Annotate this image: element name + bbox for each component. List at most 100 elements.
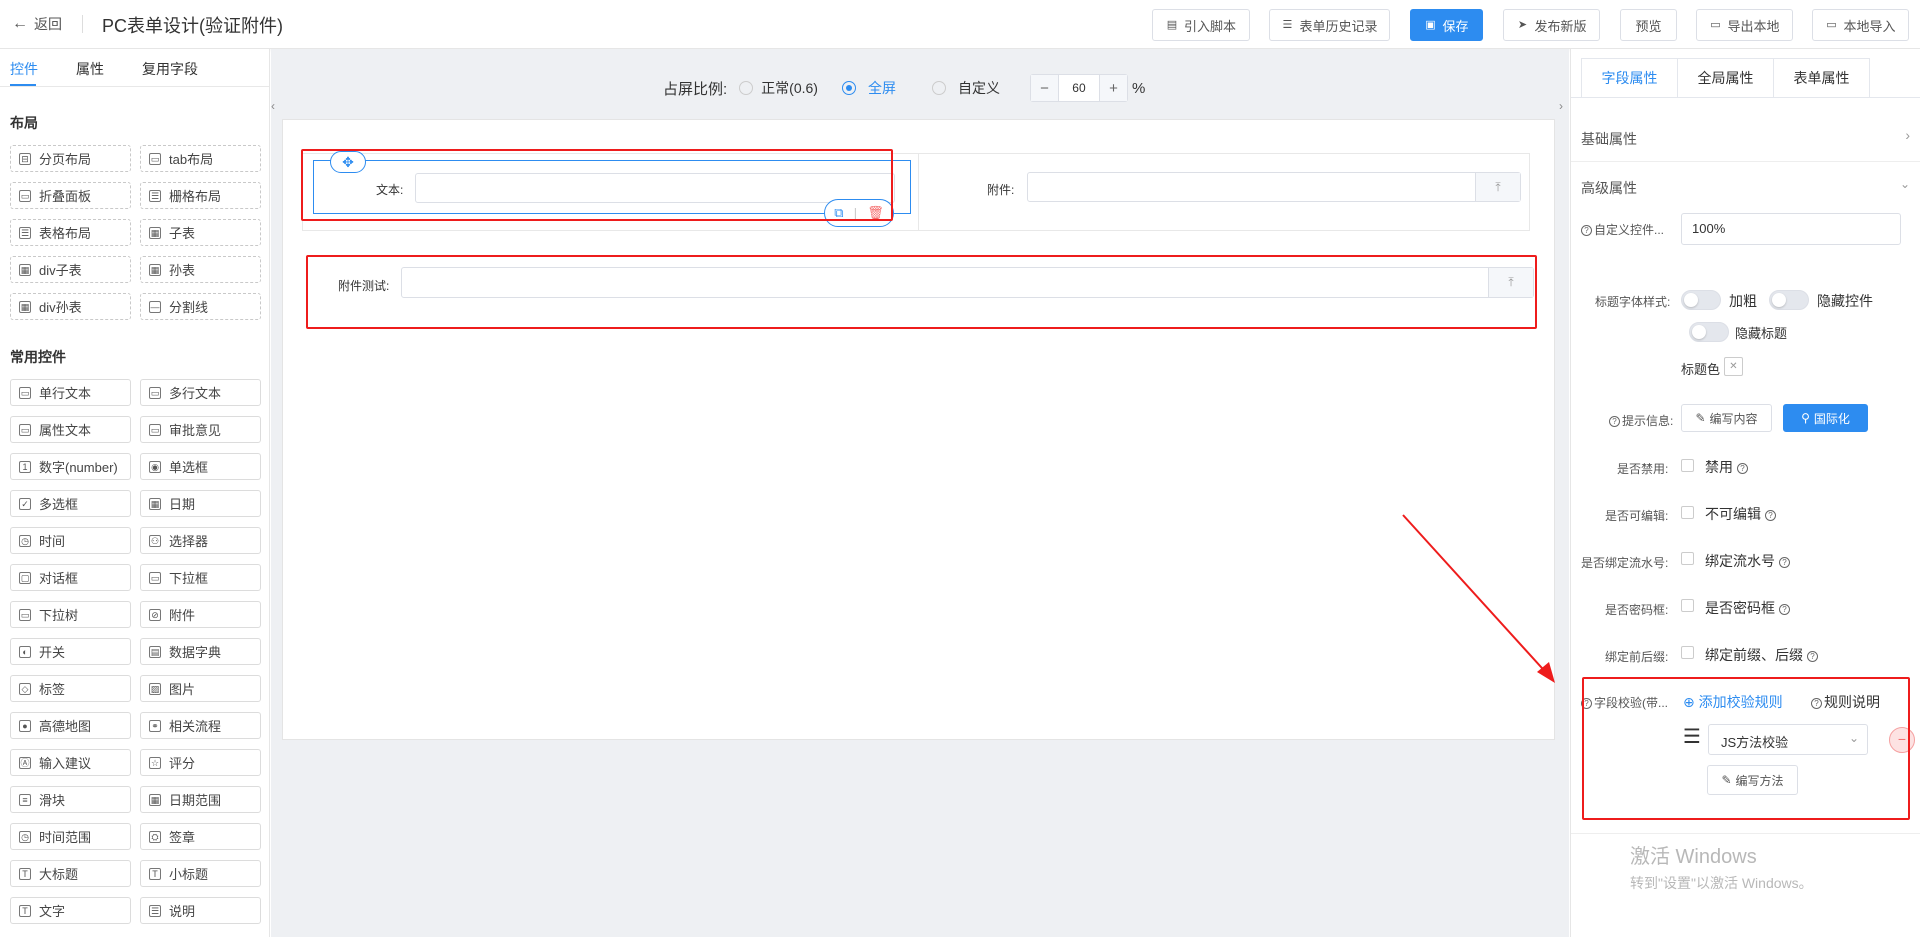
- color-picker-icon[interactable]: ✕: [1724, 357, 1743, 376]
- tab-underline: [10, 84, 36, 86]
- component-item[interactable]: ▦ 日期: [140, 490, 261, 517]
- help-icon[interactable]: ?: [1779, 556, 1790, 568]
- component-item[interactable]: ▭ 下拉框: [140, 564, 261, 591]
- component-icon: ●: [19, 719, 31, 732]
- help-icon[interactable]: ?: [1779, 603, 1790, 615]
- component-icon: ▦: [149, 793, 161, 806]
- component-item[interactable]: ☰ 栅格布局: [140, 182, 261, 209]
- component-item[interactable]: 1 数字(number): [10, 453, 131, 480]
- attach-field-input[interactable]: ⤒: [1027, 172, 1521, 202]
- help-icon[interactable]: ?: [1807, 650, 1818, 662]
- disabled-checkbox[interactable]: [1681, 459, 1694, 472]
- component-item[interactable]: ▨ 图片: [140, 675, 261, 702]
- component-icon: ▭: [19, 423, 31, 436]
- component-item[interactable]: ✓ 多选框: [10, 490, 131, 517]
- tab-properties[interactable]: 属性: [76, 59, 104, 79]
- component-item[interactable]: ▦ div孙表: [10, 293, 131, 320]
- component-item[interactable]: ▭ 审批意见: [140, 416, 261, 443]
- component-item[interactable]: T 大标题: [10, 860, 131, 887]
- editable-label: 是否可编辑:: [1605, 509, 1669, 523]
- prefix-checkbox[interactable]: [1681, 646, 1694, 659]
- component-item[interactable]: ◐ 开关: [10, 638, 131, 665]
- component-item[interactable]: ▦ 日期范围: [140, 786, 261, 813]
- ratio-label: 占屏比例:: [663, 80, 728, 98]
- tab-reuse-fields[interactable]: 复用字段: [142, 59, 198, 79]
- component-item[interactable]: ● 高德地图: [10, 712, 131, 739]
- component-item[interactable]: ▭ 单行文本: [10, 379, 131, 406]
- save-button[interactable]: ▣ 保存: [1410, 9, 1483, 41]
- history-button[interactable]: ☰ 表单历史记录: [1269, 9, 1390, 41]
- hide-title-toggle[interactable]: [1689, 322, 1729, 342]
- minus-button[interactable]: −: [1030, 75, 1059, 101]
- component-item[interactable]: ▤ 数据字典: [140, 638, 261, 665]
- ratio-radio-custom[interactable]: [931, 81, 946, 95]
- ratio-radio-normal[interactable]: [739, 81, 754, 95]
- title-font-label: 标题字体样式:: [1595, 295, 1671, 309]
- component-item[interactable]: — 分割线: [140, 293, 261, 320]
- ratio-radio-full[interactable]: [841, 81, 856, 95]
- custom-ctrl-input[interactable]: 100%: [1681, 213, 1901, 245]
- component-item[interactable]: ▭ 多行文本: [140, 379, 261, 406]
- component-item[interactable]: ☆ 评分: [140, 749, 261, 776]
- password-checkbox[interactable]: [1681, 599, 1694, 612]
- component-item[interactable]: ◷ 时间范围: [10, 823, 131, 850]
- component-item[interactable]: ⊟ 分页布局: [10, 145, 131, 172]
- component-item[interactable]: ◉ 单选框: [140, 453, 261, 480]
- tab-field-props[interactable]: 字段属性: [1581, 58, 1678, 98]
- chevron-down-icon[interactable]: ⌄: [1900, 177, 1910, 191]
- back-button[interactable]: ← 返回: [12, 14, 62, 34]
- upload-icon[interactable]: ⤒: [1475, 173, 1520, 201]
- common-section-title: 常用控件: [10, 349, 66, 365]
- chevron-right-icon[interactable]: ›: [1905, 127, 1910, 143]
- bold-toggle[interactable]: [1681, 290, 1721, 310]
- component-item[interactable]: ⚇ 选择器: [140, 527, 261, 554]
- publish-button[interactable]: ➤ 发布新版: [1503, 9, 1600, 41]
- component-item[interactable]: Ⓐ 输入建议: [10, 749, 131, 776]
- component-item[interactable]: ▦ 子表: [140, 219, 261, 246]
- import-local-button[interactable]: ▭ 本地导入: [1812, 9, 1909, 41]
- tab-global-props[interactable]: 全局属性: [1677, 58, 1774, 98]
- export-button[interactable]: ▭ 导出本地: [1696, 9, 1793, 41]
- advanced-attr-header[interactable]: 高级属性: [1581, 178, 1637, 198]
- component-item[interactable]: ☰ 说明: [140, 897, 261, 924]
- import-script-button[interactable]: ▤ 引入脚本: [1152, 9, 1250, 41]
- hide-ctrl-toggle[interactable]: [1769, 290, 1809, 310]
- component-item[interactable]: ▭ 下拉树: [10, 601, 131, 628]
- component-item[interactable]: ⛭ 签章: [140, 823, 261, 850]
- ratio-value[interactable]: 60: [1059, 75, 1099, 101]
- component-item[interactable]: ▢ 对话框: [10, 564, 131, 591]
- preview-button[interactable]: 预览: [1620, 9, 1677, 41]
- component-item[interactable]: ▦ 孙表: [140, 256, 261, 283]
- component-label: 滑块: [39, 793, 66, 808]
- back-label: 返回: [34, 16, 62, 32]
- help-icon[interactable]: ?: [1765, 509, 1776, 521]
- component-item[interactable]: ⚭ 相关流程: [140, 712, 261, 739]
- component-item[interactable]: T 小标题: [140, 860, 261, 887]
- i18n-button[interactable]: ⚲ 国际化: [1783, 404, 1868, 432]
- component-item[interactable]: ⊘ 附件: [140, 601, 261, 628]
- basic-attr-header[interactable]: 基础属性: [1581, 129, 1637, 149]
- component-item[interactable]: ▭ 折叠面板: [10, 182, 131, 209]
- component-item[interactable]: ≡ 滑块: [10, 786, 131, 813]
- tab-form-props[interactable]: 表单属性: [1773, 58, 1870, 98]
- collapse-left-icon[interactable]: ‹: [271, 99, 281, 113]
- component-item[interactable]: ▭ 属性文本: [10, 416, 131, 443]
- editable-text-label: 不可编辑: [1705, 506, 1761, 522]
- component-item[interactable]: ▭ tab布局: [140, 145, 261, 172]
- component-item[interactable]: ▦ div子表: [10, 256, 131, 283]
- component-item[interactable]: T 文字: [10, 897, 131, 924]
- help-icon[interactable]: ?: [1737, 462, 1748, 474]
- component-item[interactable]: ◇ 标签: [10, 675, 131, 702]
- editable-checkbox[interactable]: [1681, 506, 1694, 519]
- prefix-text: 绑定前缀、后缀?: [1705, 645, 1818, 665]
- serial-checkbox[interactable]: [1681, 552, 1694, 565]
- component-label: 评分: [169, 756, 196, 771]
- file-icon: ▤: [1166, 19, 1178, 31]
- component-item[interactable]: ☰ 表格布局: [10, 219, 131, 246]
- tab-controls[interactable]: 控件: [10, 59, 38, 79]
- collapse-right-icon[interactable]: ›: [1559, 99, 1569, 113]
- component-item[interactable]: ◷ 时间: [10, 527, 131, 554]
- tab-baseline: [1571, 97, 1920, 98]
- edit-content-button[interactable]: ✎ 编写内容: [1681, 404, 1772, 432]
- plus-button[interactable]: +: [1098, 75, 1127, 101]
